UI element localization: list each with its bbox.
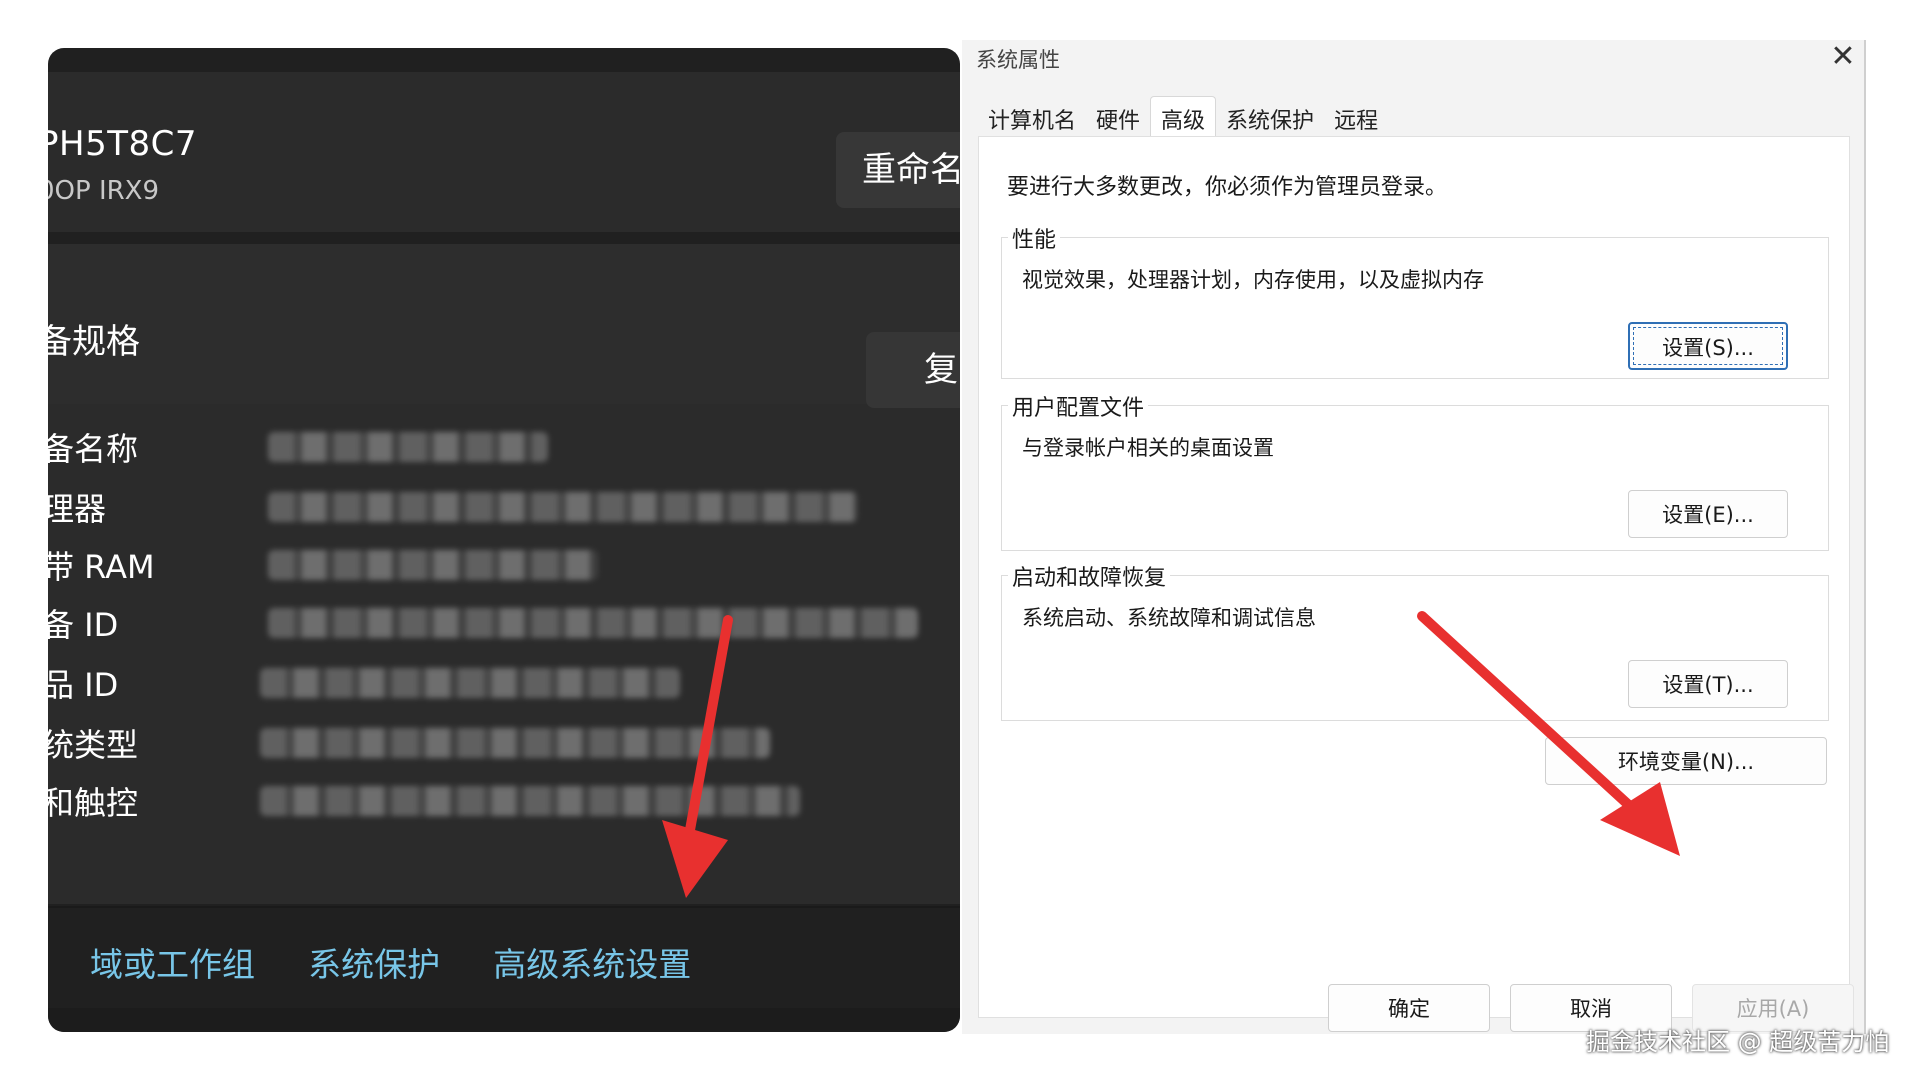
advanced-tab-content: 要进行大多数更改，你必须作为管理员登录。 性能 视觉效果，处理器计划，内存使用，… [978,136,1850,1018]
environment-variables-button[interactable]: 环境变量(N)... [1545,737,1827,785]
startup-recovery-group: 启动和故障恢复 系统启动、系统故障和调试信息 设置(T)... [1001,560,1829,721]
watermark: 掘金技术社区 @ 超级苦力怕 [1586,1028,1890,1056]
settings-about-panel: PH5T8C7 0OP IRX9 重命名 备规格 复 备名称 理器 带 RAM … [48,48,960,1032]
divider [48,906,960,908]
close-button[interactable]: ✕ [1828,42,1858,72]
performance-title: 性能 [1008,222,1061,254]
spec-label: 统类型 [48,726,139,764]
spec-value-redacted [268,608,918,638]
spec-row: 理器 [48,480,960,530]
related-links: 域或工作组 系统保护 高级系统设置 [90,938,739,986]
spec-label: 备名称 [48,430,139,468]
spec-row: 统类型 [48,716,960,766]
device-card: PH5T8C7 0OP IRX9 重命名 [48,72,960,232]
system-properties-dialog: 系统属性 ✕ 计算机名 硬件 高级 系统保护 远程 要进行大多数更改，你必须作为管理员登… [962,40,1866,1034]
user-profiles-group: 用户配置文件 与登录帐户相关的桌面设置 设置(E)... [1001,390,1829,551]
rename-button[interactable]: 重命名 [836,132,960,208]
performance-settings-button[interactable]: 设置(S)... [1628,322,1788,370]
spec-row: 品 ID [48,656,960,706]
spec-row: 带 RAM [48,538,960,588]
user-profiles-title: 用户配置文件 [1008,390,1149,422]
device-name: PH5T8C7 [48,124,197,164]
admin-note: 要进行大多数更改，你必须作为管理员登录。 [1007,175,1448,200]
performance-group: 性能 视觉效果，处理器计划，内存使用，以及虚拟内存 设置(S)... [1001,222,1829,379]
specs-title: 备规格 [48,322,140,362]
close-icon: ✕ [1830,40,1856,74]
spec-row: 和触控 [48,774,960,824]
tab-strip: 计算机名 硬件 高级 系统保护 远程 [978,96,1388,143]
ok-button[interactable]: 确定 [1328,984,1490,1032]
spec-label: 理器 [48,490,107,528]
copy-button[interactable]: 复 [866,332,960,408]
spec-row: 备 ID [48,596,960,646]
spec-label: 带 RAM [48,548,155,586]
device-specs-card: 备规格 复 备名称 理器 带 RAM 备 ID 品 ID 统类型 和触控 [48,244,960,904]
spec-row: 备名称 [48,420,960,470]
spec-label: 品 ID [48,666,119,704]
spec-value-redacted [260,668,680,698]
user-profiles-description: 与登录帐户相关的桌面设置 [1022,436,1274,460]
specs-header: 备规格 复 [48,244,960,408]
panel-bottom-band [48,1008,960,1032]
startup-recovery-settings-button[interactable]: 设置(T)... [1628,660,1788,708]
spec-value-redacted [268,492,858,522]
system-protection-link[interactable]: 系统保护 [308,938,440,986]
startup-recovery-description: 系统启动、系统故障和调试信息 [1022,606,1316,630]
dialog-title: 系统属性 [976,48,1060,72]
spec-value-redacted [268,432,548,462]
spec-label: 备 ID [48,606,119,644]
device-model: 0OP IRX9 [48,176,160,206]
domain-workgroup-link[interactable]: 域或工作组 [90,938,255,986]
spec-value-redacted [260,728,770,758]
performance-description: 视觉效果，处理器计划，内存使用，以及虚拟内存 [1022,268,1484,292]
spec-value-redacted [268,550,598,580]
spec-label: 和触控 [48,784,139,822]
user-profiles-settings-button[interactable]: 设置(E)... [1628,490,1788,538]
startup-recovery-title: 启动和故障恢复 [1008,560,1171,592]
spec-value-redacted [260,786,800,816]
advanced-system-settings-link[interactable]: 高级系统设置 [493,938,691,986]
